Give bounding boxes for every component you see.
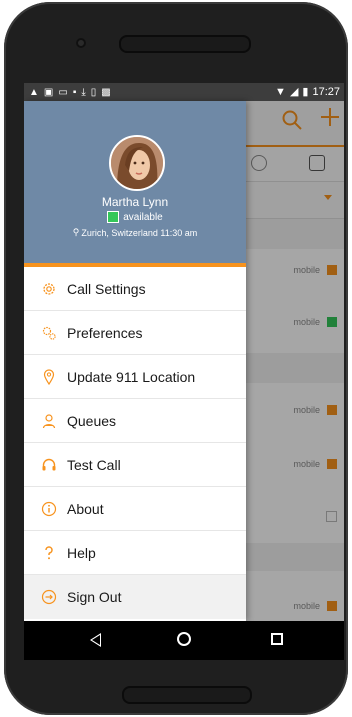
earpiece-speaker <box>119 35 251 53</box>
menu-item-sign-out[interactable]: Sign Out <box>24 575 246 619</box>
gear-icon <box>41 281 57 297</box>
profile-name: Martha Lynn <box>101 195 169 209</box>
menu-item-label: Preferences <box>67 324 143 341</box>
menu-item-about[interactable]: About <box>24 487 246 531</box>
home-icon[interactable] <box>177 632 191 646</box>
menu-item-label: Test Call <box>67 456 121 473</box>
status-bar-system: ▼ ◢ ▮ 17:27 <box>275 85 340 99</box>
status-time: 17:27 <box>312 85 340 98</box>
menu-item-call-settings[interactable]: Call Settings <box>24 267 246 311</box>
download-icon: ⤓ <box>81 86 86 98</box>
profile-location: ⚲ Zurich, Switzerland 11:30 am <box>24 227 246 238</box>
headset-icon <box>41 457 57 473</box>
location-pin-icon: ⚲ <box>72 227 80 237</box>
menu-item-label: Call Settings <box>67 280 146 297</box>
image-icon: ▭ <box>58 86 68 98</box>
question-icon <box>41 545 57 561</box>
menu-item-preferences[interactable]: Preferences <box>24 311 246 355</box>
menu-item-label: Sign Out <box>67 589 122 605</box>
menu-item-help[interactable]: Help <box>24 531 246 575</box>
menu-item-queues[interactable]: Queues <box>24 399 246 443</box>
drawer-menu: Call Settings Preferences Update 911 Loc… <box>24 267 246 619</box>
status-bar-notification-icons: ▲ ▣ ▭ ▪ ⤓ ▯ ▩ <box>29 87 111 98</box>
menu-item-update-911-location[interactable]: Update 911 Location <box>24 355 246 399</box>
voicemail-icon: ▣ <box>43 86 54 98</box>
signal-icon: ◢ <box>289 86 299 98</box>
menu-item-label: About <box>67 500 104 517</box>
recent-apps-icon[interactable] <box>271 633 283 645</box>
wifi-icon: ▼ <box>275 85 286 98</box>
screen: ▲ ▣ ▭ ▪ ⤓ ▯ ▩ ▼ ◢ ▮ 17:27 mobile mobile … <box>24 83 344 660</box>
battery-icon: ▮ <box>302 86 309 98</box>
message-icon: ▪ <box>72 86 77 98</box>
menu-item-label: Help <box>67 544 96 561</box>
presence-status[interactable]: available <box>24 211 246 223</box>
presence-indicator-icon <box>107 211 120 223</box>
preferences-icon <box>41 325 57 341</box>
front-camera <box>76 38 86 48</box>
sim-icon: ▯ <box>90 86 97 98</box>
back-icon[interactable] <box>90 633 101 647</box>
menu-item-test-call[interactable]: Test Call <box>24 443 246 487</box>
menu-item-label: Update 911 Location <box>67 368 196 385</box>
info-icon <box>41 501 57 517</box>
bottom-speaker <box>122 686 252 704</box>
profile-header: Martha Lynn available ⚲ Zurich, Switzerl… <box>24 101 246 267</box>
phone-frame: ▲ ▣ ▭ ▪ ⤓ ▯ ▩ ▼ ◢ ▮ 17:27 mobile mobile … <box>4 2 348 715</box>
photo-icon: ▩ <box>101 86 111 98</box>
location-pin-icon <box>41 368 57 385</box>
avatar[interactable] <box>109 135 165 191</box>
profile-location-text: Zurich, Switzerland 11:30 am <box>81 227 198 238</box>
navigation-drawer: Martha Lynn available ⚲ Zurich, Switzerl… <box>24 101 246 621</box>
warning-icon: ▲ <box>29 86 39 98</box>
sign-out-icon <box>41 589 57 605</box>
presence-status-label: available <box>123 211 163 223</box>
status-bar: ▲ ▣ ▭ ▪ ⤓ ▯ ▩ ▼ ◢ ▮ 17:27 <box>24 83 344 101</box>
menu-item-label: Queues <box>67 412 117 429</box>
system-navigation-bar <box>24 621 344 660</box>
queues-icon <box>41 413 57 429</box>
